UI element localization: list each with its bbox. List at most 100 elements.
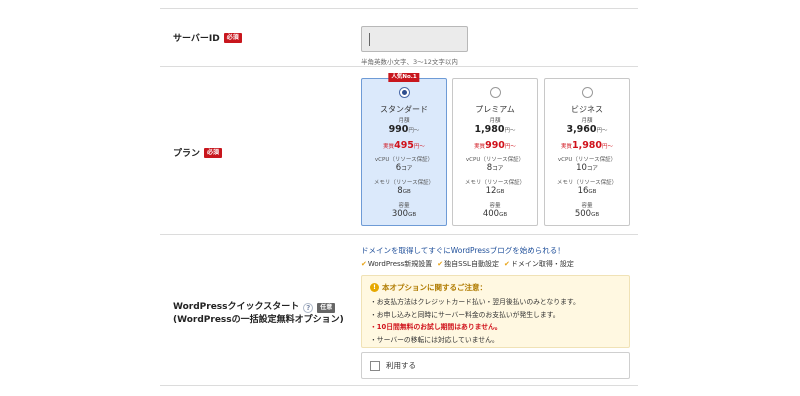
popular-ribbon: 人気No.1: [388, 73, 420, 82]
notice-list: お支払方法はクレジットカード払い・翌月後払いのみとなります。 お申し込みと同時に…: [370, 296, 621, 346]
server-id-hint: 半角英数小文字、3〜12文字以内: [361, 58, 458, 66]
memory-unit: GB: [496, 189, 505, 195]
plan-name: プレミアム: [475, 105, 515, 114]
plan-label-text: プラン: [173, 149, 201, 159]
discount-prefix: 実質: [383, 144, 395, 150]
monthly-label: 月額: [581, 118, 593, 124]
storage-label: 容量: [398, 203, 410, 209]
plan-radio-standard[interactable]: [398, 87, 410, 98]
discount-unit: 円〜: [602, 144, 614, 150]
memory-value: 16: [577, 186, 589, 196]
optional-badge: 任意: [317, 302, 336, 313]
discount-unit: 円〜: [413, 144, 425, 150]
plan-price: 3,960円〜: [545, 124, 629, 135]
notice-title-text: 本オプションに関するご注意：: [382, 283, 487, 292]
notice-item-warning: 10日間無料のお試し期間はありません。: [370, 321, 621, 334]
server-id-label: サーバーID 必須: [173, 31, 242, 44]
notice-title: ! 本オプションに関するご注意：: [370, 282, 621, 293]
discount-unit: 円〜: [504, 144, 516, 150]
memory-label: メモリ（リソース保証）: [556, 180, 618, 186]
storage-label: 容量: [581, 203, 593, 209]
discount-value: 495: [394, 140, 414, 151]
memory-spec: 8GB: [362, 186, 446, 196]
memory-value: 12: [485, 186, 497, 196]
storage-spec: 400GB: [453, 209, 537, 219]
discount-prefix: 実質: [474, 144, 486, 150]
server-id-row: サーバーID 必須 半角英数小文字、3〜12文字以内: [160, 8, 638, 66]
discount-price: 実質495円〜: [362, 140, 446, 151]
storage-spec: 500GB: [545, 209, 629, 219]
price-value: 1,980: [474, 124, 505, 135]
memory-spec: 12GB: [453, 186, 537, 196]
vcpu-unit: コア: [401, 166, 413, 172]
wp-use-checkbox[interactable]: [370, 360, 380, 371]
discount-price: 実質1,980円〜: [545, 140, 629, 151]
vcpu-label: vCPU（リソース保証）: [465, 157, 525, 163]
notice-item: お支払方法はクレジットカード払い・翌月後払いのみとなります。: [370, 296, 621, 309]
wp-feature-text: ドメイン取得・設定: [510, 260, 574, 268]
vcpu-spec: 8コア: [453, 163, 537, 173]
wp-promo-text: ドメインを取得してすぐにWordPressブログを始められる！: [361, 246, 565, 255]
plan-name: スタンダード: [380, 105, 428, 114]
wp-feature-item: ✔ドメイン取得・設定: [504, 259, 574, 269]
wp-notice-box: ! 本オプションに関するご注意： お支払方法はクレジットカード払い・翌月後払いの…: [361, 275, 630, 348]
wp-feature-item: ✔WordPress新規設置: [361, 259, 432, 269]
plan-card-business[interactable]: ビジネス 月額 3,960円〜 実質1,980円〜 vCPU（リソース保証） 1…: [544, 78, 630, 226]
wp-quickstart-label-text: WordPressクイックスタート: [173, 302, 300, 312]
memory-spec: 16GB: [545, 186, 629, 196]
help-icon[interactable]: ?: [303, 302, 314, 313]
vcpu-value: 10: [576, 163, 587, 173]
wp-quickstart-label: WordPressクイックスタート ? 任意 (WordPressの一括設定無料…: [173, 301, 344, 327]
check-icon: ✔: [361, 260, 367, 268]
plan-radio-business[interactable]: [581, 87, 593, 98]
plan-name: ビジネス: [571, 105, 603, 114]
price-unit: 円〜: [504, 128, 516, 134]
vcpu-unit: コア: [586, 166, 598, 172]
discount-value: 990: [485, 140, 505, 151]
wp-use-checkbox-box[interactable]: 利用する: [361, 352, 630, 379]
signup-form: サーバーID 必須 半角英数小文字、3〜12文字以内 プラン 必須 人気No.1…: [160, 0, 638, 396]
discount-prefix: 実質: [560, 144, 572, 150]
monthly-label: 月額: [398, 118, 410, 124]
required-badge: 必須: [223, 32, 242, 43]
wp-feature-text: 独自SSL自動設定: [444, 260, 499, 268]
storage-unit: GB: [591, 212, 600, 218]
memory-label: メモリ（リソース保証）: [373, 180, 435, 186]
memory-unit: GB: [402, 189, 411, 195]
discount-value: 1,980: [571, 140, 603, 151]
wp-quickstart-sublabel: (WordPressの一括設定無料オプション): [173, 315, 344, 325]
server-id-input[interactable]: [361, 26, 468, 52]
plan-price: 990円〜: [362, 124, 446, 135]
check-icon: ✔: [503, 260, 510, 268]
storage-value: 400: [482, 209, 500, 219]
vcpu-unit: コア: [492, 166, 504, 172]
plan-card-premium[interactable]: プレミアム 月額 1,980円〜 実質990円〜 vCPU（リソース保証） 8コ…: [452, 78, 538, 226]
price-value: 990: [388, 124, 409, 135]
vcpu-spec: 10コア: [545, 163, 629, 173]
wp-feature-list: ✔WordPress新規設置 ✔独自SSL自動設定 ✔ドメイン取得・設定: [361, 259, 574, 269]
server-id-label-text: サーバーID: [173, 34, 220, 44]
notice-item: サーバーの移転には対応していません。: [370, 334, 621, 347]
vcpu-spec: 6コア: [362, 163, 446, 173]
monthly-label: 月額: [489, 118, 501, 124]
wp-feature-item: ✔独自SSL自動設定: [437, 259, 499, 269]
storage-value: 500: [574, 209, 592, 219]
memory-unit: GB: [588, 189, 597, 195]
wp-quickstart-label-line1: WordPressクイックスタート ? 任意: [173, 301, 344, 314]
plan-radio-premium[interactable]: [489, 87, 501, 98]
vcpu-label: vCPU（リソース保証）: [557, 157, 617, 163]
discount-price: 実質990円〜: [453, 140, 537, 151]
storage-spec: 300GB: [362, 209, 446, 219]
notice-item: お申し込みと同時にサーバー料金のお支払いが発生します。: [370, 309, 621, 322]
vcpu-label: vCPU（リソース保証）: [374, 157, 434, 163]
check-icon: ✔: [437, 260, 444, 268]
required-badge: 必須: [204, 147, 223, 158]
plan-label: プラン 必須: [173, 146, 223, 159]
storage-unit: GB: [408, 212, 417, 218]
exclamation-icon: !: [370, 283, 379, 292]
plan-price: 1,980円〜: [453, 124, 537, 135]
wp-use-label[interactable]: 利用する: [386, 360, 416, 371]
plan-card-standard[interactable]: 人気No.1 スタンダード 月額 990円〜 実質495円〜 vCPU（リソース…: [361, 73, 447, 226]
storage-value: 300: [391, 209, 409, 219]
price-unit: 円〜: [596, 128, 608, 134]
